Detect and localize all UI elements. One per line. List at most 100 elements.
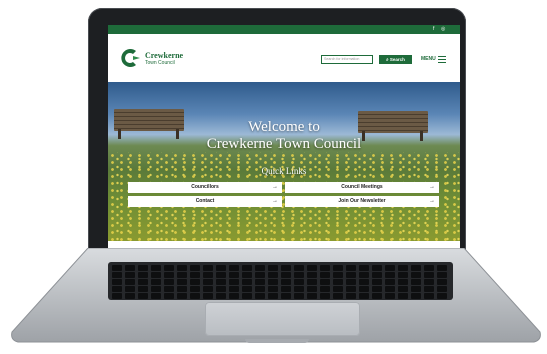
keyboard-key xyxy=(372,265,382,271)
keyboard-key xyxy=(424,279,434,285)
keyboard-key xyxy=(424,272,434,278)
keyboard-key xyxy=(333,286,343,292)
keyboard-key xyxy=(346,286,356,292)
top-bar: f ◎ xyxy=(108,25,460,34)
quick-link-council-meetings[interactable]: Council Meetings → xyxy=(285,182,439,193)
keyboard-key xyxy=(307,279,317,285)
keyboard-key xyxy=(385,286,395,292)
quick-link-label: Contact xyxy=(195,198,215,204)
keyboard-key xyxy=(294,272,304,278)
keyboard-key xyxy=(125,286,135,292)
keyboard-key xyxy=(164,293,174,299)
quick-link-newsletter[interactable]: Join Our Newsletter → xyxy=(285,196,439,207)
keyboard-key xyxy=(138,293,148,299)
keyboard-key xyxy=(398,279,408,285)
keyboard-key xyxy=(307,272,317,278)
hero-title-line1: Welcome to xyxy=(248,119,320,135)
keyboard-key xyxy=(346,272,356,278)
keyboard-key xyxy=(255,265,265,271)
keyboard-key xyxy=(320,279,330,285)
keyboard-key xyxy=(307,286,317,292)
keyboard-key xyxy=(112,279,122,285)
keyboard-key xyxy=(281,265,291,271)
keyboard-key xyxy=(164,279,174,285)
keyboard-key xyxy=(437,293,447,299)
keyboard-key xyxy=(151,279,161,285)
keyboard-key xyxy=(268,279,278,285)
keyboard-key xyxy=(398,293,408,299)
keyboard-key xyxy=(320,286,330,292)
keyboard-key xyxy=(398,272,408,278)
hero-banner: Welcome to Crewkerne Town Council Quick … xyxy=(108,82,460,241)
keyboard-key xyxy=(307,265,317,271)
keyboard-key xyxy=(177,265,187,271)
keyboard-key xyxy=(242,293,252,299)
keyboard-key xyxy=(216,265,226,271)
lid-notch xyxy=(245,339,309,343)
hamburger-icon[interactable] xyxy=(438,56,446,64)
search-button-label: Search xyxy=(389,57,405,62)
logo-icon[interactable] xyxy=(120,47,140,69)
keyboard-key xyxy=(346,265,356,271)
keyboard-key xyxy=(359,265,369,271)
keyboard-key xyxy=(216,279,226,285)
keyboard-key xyxy=(255,272,265,278)
keyboard-key xyxy=(372,286,382,292)
keyboard xyxy=(108,262,453,300)
keyboard-key xyxy=(242,286,252,292)
keyboard-key xyxy=(385,279,395,285)
keyboard-key xyxy=(294,279,304,285)
keyboard-key xyxy=(385,293,395,299)
keyboard-key xyxy=(333,265,343,271)
keyboard-key xyxy=(190,293,200,299)
keyboard-key xyxy=(112,286,122,292)
search-input[interactable]: Search for information xyxy=(321,55,373,64)
menu-label[interactable]: MENU xyxy=(421,55,436,64)
hero-title: Welcome to Crewkerne Town Council xyxy=(108,119,460,153)
keyboard-key xyxy=(112,293,122,299)
keyboard-key xyxy=(203,279,213,285)
keyboard-key xyxy=(437,279,447,285)
keyboard-key xyxy=(281,272,291,278)
keyboard-key xyxy=(190,265,200,271)
keyboard-key xyxy=(151,272,161,278)
keyboard-key xyxy=(164,265,174,271)
facebook-icon[interactable]: f xyxy=(433,25,434,34)
keyboard-key xyxy=(411,279,421,285)
quick-link-councillors[interactable]: Councillors → xyxy=(128,182,282,193)
logo-name[interactable]: Crewkerne xyxy=(145,51,183,60)
keyboard-key xyxy=(268,286,278,292)
quick-link-contact[interactable]: Contact → xyxy=(128,196,282,207)
keyboard-key xyxy=(203,265,213,271)
keyboard-key xyxy=(359,272,369,278)
keyboard-key xyxy=(125,265,135,271)
keyboard-key xyxy=(190,279,200,285)
keyboard-key xyxy=(216,272,226,278)
search-button[interactable]: ⌕ Search xyxy=(379,55,412,64)
keyboard-key xyxy=(255,293,265,299)
keyboard-key xyxy=(294,286,304,292)
keyboard-key xyxy=(216,286,226,292)
keyboard-key xyxy=(164,286,174,292)
keyboard-key xyxy=(398,265,408,271)
keyboard-key xyxy=(203,286,213,292)
keyboard-key xyxy=(320,265,330,271)
keyboard-key xyxy=(177,293,187,299)
keyboard-key xyxy=(216,293,226,299)
instagram-icon[interactable]: ◎ xyxy=(441,25,445,34)
keyboard-key xyxy=(151,293,161,299)
keyboard-key xyxy=(437,286,447,292)
browser-viewport: f ◎ Crewkerne Town Council Search for in… xyxy=(108,25,460,249)
keyboard-key xyxy=(372,279,382,285)
keyboard-key xyxy=(333,272,343,278)
keyboard-key xyxy=(177,286,187,292)
trackpad[interactable] xyxy=(205,302,360,336)
keyboard-key xyxy=(268,265,278,271)
keyboard-key xyxy=(398,286,408,292)
arrow-right-icon: → xyxy=(272,184,278,190)
keyboard-key xyxy=(385,272,395,278)
keyboard-key xyxy=(255,279,265,285)
keyboard-key xyxy=(346,279,356,285)
keyboard-key xyxy=(411,272,421,278)
keyboard-key xyxy=(437,272,447,278)
